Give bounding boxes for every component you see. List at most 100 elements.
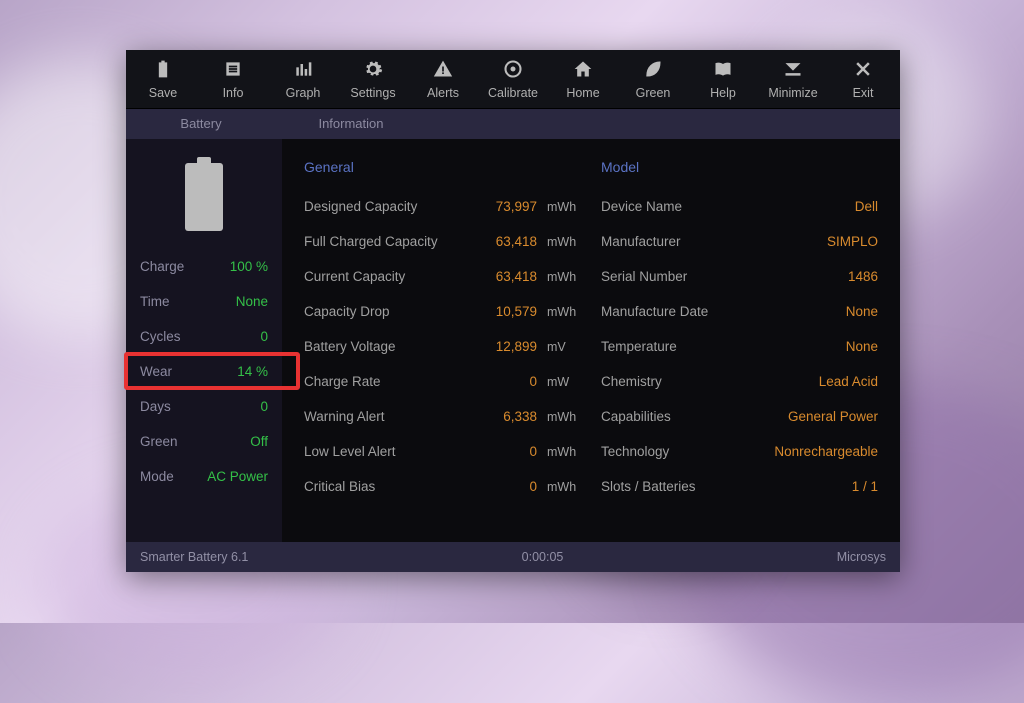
data-label: Critical Bias — [304, 479, 375, 494]
side-label: Green — [140, 434, 178, 449]
calibrate-button[interactable]: Calibrate — [478, 56, 548, 100]
data-value: General Power — [788, 409, 878, 424]
data-value: None — [846, 339, 878, 354]
toolbar-label: Green — [636, 86, 671, 100]
data-label: Low Level Alert — [304, 444, 396, 459]
general-column: General Designed Capacity73,997mWhFull C… — [304, 159, 581, 532]
general-row: Warning Alert 6,338 mWh — [304, 399, 581, 434]
tabs-row: BatteryInformation — [126, 109, 900, 139]
settings-button[interactable]: Settings — [338, 56, 408, 100]
data-label: Full Charged Capacity — [304, 234, 438, 249]
exit-button[interactable]: Exit — [828, 56, 898, 100]
data-value: Dell — [855, 199, 878, 214]
side-label: Charge — [140, 259, 184, 274]
content-panel: General Designed Capacity73,997mWhFull C… — [282, 139, 900, 542]
model-row: ChemistryLead Acid — [601, 364, 878, 399]
toolbar-label: Calibrate — [488, 86, 538, 100]
data-value: 0 — [529, 374, 537, 389]
toolbar-label: Info — [223, 86, 244, 100]
toolbar-label: Alerts — [427, 86, 459, 100]
home-icon — [572, 58, 594, 80]
model-row: TechnologyNonrechargeable — [601, 434, 878, 469]
data-value: 0 — [529, 444, 537, 459]
data-value: 10,579 — [496, 304, 537, 319]
info-button[interactable]: Info — [198, 56, 268, 100]
green-button[interactable]: Green — [618, 56, 688, 100]
toolbar-label: Settings — [350, 86, 395, 100]
model-row: TemperatureNone — [601, 329, 878, 364]
data-value: 12,899 — [496, 339, 537, 354]
side-row-mode: ModeAC Power — [140, 459, 268, 494]
footer-company: Microsys — [837, 550, 886, 564]
side-row-cycles: Cycles0 — [140, 319, 268, 354]
battery-icon — [152, 58, 174, 80]
general-row: Current Capacity63,418mWh — [304, 259, 581, 294]
data-label: Capacity Drop — [304, 304, 390, 319]
general-row: Capacity Drop10,579mWh — [304, 294, 581, 329]
home-button[interactable]: Home — [548, 56, 618, 100]
data-label: Warning Alert — [304, 409, 385, 424]
footer-app-name: Smarter Battery 6.1 — [140, 550, 248, 564]
data-label: Chemistry — [601, 374, 662, 389]
data-unit: mWh — [547, 410, 581, 424]
side-row-green: Green Off — [140, 424, 268, 459]
bars-icon — [292, 58, 314, 80]
side-value: 100 % — [230, 259, 268, 274]
general-row: Charge Rate 0 mW — [304, 364, 581, 399]
data-unit: mWh — [547, 200, 581, 214]
data-unit: mWh — [547, 235, 581, 249]
side-label: Mode — [140, 469, 174, 484]
general-row: Battery Voltage12,899mV — [304, 329, 581, 364]
battery-icon — [185, 163, 223, 231]
model-column: Model Device NameDellManufacturerSIMPLOS… — [601, 159, 878, 532]
data-label: Manufacturer — [601, 234, 681, 249]
data-unit: mWh — [547, 480, 581, 494]
data-label: Charge Rate — [304, 374, 381, 389]
data-value: 73,997 — [496, 199, 537, 214]
footer: Smarter Battery 6.1 0:00:05 Microsys — [126, 542, 900, 572]
data-label: Manufacture Date — [601, 304, 708, 319]
data-value: None — [846, 304, 878, 319]
general-row: Critical Bias0mWh — [304, 469, 581, 504]
data-value: 63,418 — [496, 269, 537, 284]
help-button[interactable]: Help — [688, 56, 758, 100]
book-icon — [712, 58, 734, 80]
save-button[interactable]: Save — [128, 56, 198, 100]
side-row-days: Days0 — [140, 389, 268, 424]
general-title: General — [304, 159, 581, 175]
data-value: 63,418 — [496, 234, 537, 249]
side-value: None — [236, 294, 268, 309]
minimize-button[interactable]: Minimize — [758, 56, 828, 100]
side-row-wear: Wear14 % — [140, 354, 268, 389]
model-title: Model — [601, 159, 878, 175]
data-value: Nonrechargeable — [774, 444, 878, 459]
side-row-charge: Charge 100 % — [140, 249, 268, 284]
toolbar-label: Exit — [853, 86, 874, 100]
model-row: Capabilities General Power — [601, 399, 878, 434]
close-icon — [852, 58, 874, 80]
data-value: 6,338 — [503, 409, 537, 424]
toolbar-label: Help — [710, 86, 736, 100]
data-label: Capabilities — [601, 409, 671, 424]
minimize-icon — [782, 58, 804, 80]
tab-information[interactable]: Information — [276, 109, 426, 139]
alerts-button[interactable]: Alerts — [408, 56, 478, 100]
gear-icon — [362, 58, 384, 80]
side-value: 14 % — [237, 364, 268, 379]
data-label: Current Capacity — [304, 269, 405, 284]
data-unit: mW — [547, 375, 581, 389]
data-value: 1486 — [848, 269, 878, 284]
side-value: 0 — [260, 329, 268, 344]
model-row: Manufacture Date None — [601, 294, 878, 329]
tab-battery[interactable]: Battery — [126, 109, 276, 139]
side-label: Days — [140, 399, 171, 414]
side-value: Off — [250, 434, 268, 449]
toolbar-label: Home — [566, 86, 599, 100]
model-row: Device NameDell — [601, 189, 878, 224]
data-unit: mWh — [547, 445, 581, 459]
battery-graphic — [140, 157, 268, 231]
graph-button[interactable]: Graph — [268, 56, 338, 100]
model-row: Serial Number1486 — [601, 259, 878, 294]
list-icon — [222, 58, 244, 80]
general-row: Low Level Alert 0 mWh — [304, 434, 581, 469]
